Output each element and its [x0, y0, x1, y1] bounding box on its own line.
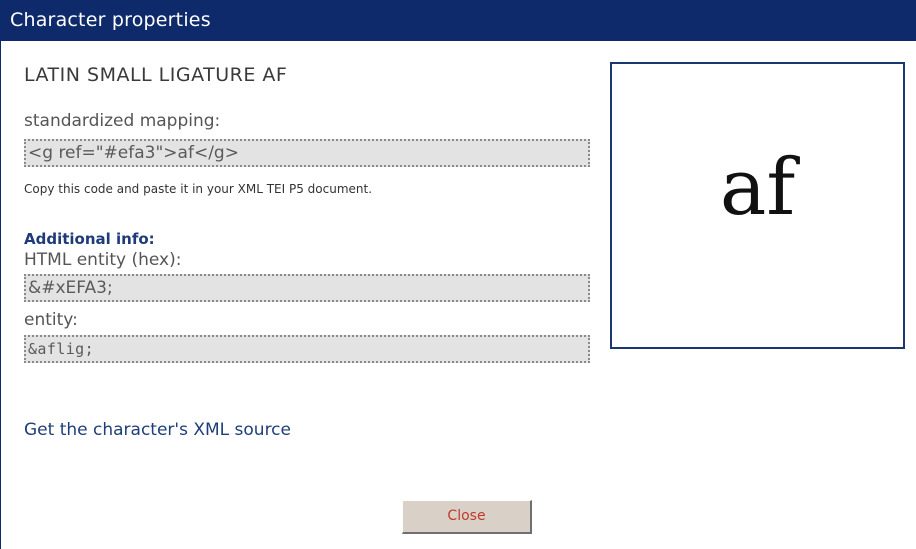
- entity-field[interactable]: &aflig;: [24, 335, 590, 363]
- standardized-mapping-field[interactable]: <g ref="#efa3">af</g>: [24, 139, 590, 167]
- character-name: LATIN SMALL LIGATURE AF: [24, 64, 288, 86]
- entity-label: entity:: [24, 310, 78, 330]
- standardized-mapping-label: standardized mapping:: [24, 111, 221, 131]
- dialog-title: Character properties: [1, 0, 916, 41]
- html-entity-label: HTML entity (hex):: [24, 250, 182, 270]
- glyph-preview: af: [610, 62, 905, 349]
- xml-source-link[interactable]: Get the character's XML source: [24, 420, 291, 440]
- close-button[interactable]: Close: [402, 500, 532, 534]
- copy-hint-text: Copy this code and paste it in your XML …: [24, 182, 373, 196]
- character-properties-dialog: Character properties LATIN SMALL LIGATUR…: [0, 0, 916, 549]
- html-entity-field[interactable]: &#xEFA3;: [24, 274, 590, 302]
- ligature-glyph: af: [719, 142, 796, 233]
- additional-info-heading: Additional info:: [24, 230, 155, 248]
